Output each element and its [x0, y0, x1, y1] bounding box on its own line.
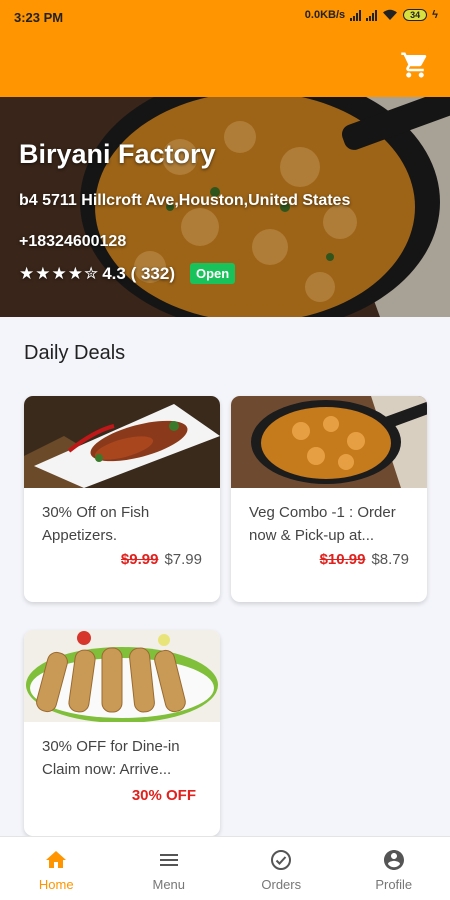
orders-check-icon	[271, 850, 292, 870]
bottom-navigation: Home Menu Orders Profile	[0, 836, 450, 900]
open-status-badge: Open	[189, 263, 236, 284]
deal-title: Veg Combo -1 : Order now & Pick-up at...	[249, 504, 396, 544]
deal-image-fish	[24, 396, 220, 488]
deal-old-price: $9.99	[120, 551, 159, 568]
deal-card-dine-in[interactable]: 30% OFF for Dine-in Claim now: Arrive...…	[24, 630, 220, 836]
deal-title: 30% OFF for Dine-in Claim now: Arrive...	[42, 738, 180, 778]
nav-home[interactable]: Home	[0, 837, 113, 900]
restaurant-hero: Biryani Factory b4 5711 Hillcroft Ave,Ho…	[0, 97, 450, 317]
status-time: 3:23 PM	[14, 10, 64, 25]
deal-image-curry	[231, 396, 427, 488]
daily-deals-title: Daily Deals	[24, 342, 126, 364]
menu-icon	[159, 854, 178, 866]
deal-offer-text: 30% OFF	[131, 787, 196, 804]
nav-menu[interactable]: Menu	[113, 837, 226, 900]
signal-icon-2	[366, 9, 378, 21]
restaurant-address: b4 5711 Hillcroft Ave,Houston,United Sta…	[19, 192, 351, 209]
deal-card-fish[interactable]: 30% Off on Fish Appetizers. $9.99 $7.99	[24, 396, 220, 602]
nav-profile[interactable]: Profile	[338, 837, 450, 900]
wifi-icon	[383, 9, 398, 20]
deal-prices: $10.99 $8.79	[320, 551, 409, 568]
network-speed: 0.0KB/s	[304, 9, 346, 21]
home-icon	[46, 851, 67, 868]
app-bar: 3:23 PM 0.0KB/s 34 ϟ	[0, 0, 450, 97]
nav-menu-label: Menu	[152, 877, 186, 892]
nav-profile-label: Profile	[375, 877, 413, 892]
status-bar: 3:23 PM 0.0KB/s 34 ϟ	[0, 0, 450, 34]
deal-title: 30% Off on Fish Appetizers.	[42, 504, 150, 544]
nav-orders-label: Orders	[261, 877, 302, 892]
nav-home-label: Home	[38, 877, 74, 892]
battery-icon: 34	[403, 9, 428, 21]
signal-icon	[350, 9, 362, 21]
profile-icon	[383, 850, 404, 870]
rating-row: ★★★★✮ 4.3 ( 332) Open	[19, 263, 236, 284]
status-icons: 0.0KB/s 34 ϟ	[305, 9, 438, 21]
deal-new-price: $8.79	[371, 551, 409, 568]
restaurant-name: Biryani Factory	[19, 139, 216, 169]
deal-old-price: $10.99	[319, 551, 366, 568]
cart-icon[interactable]	[400, 50, 430, 80]
deal-prices: $9.99 $7.99	[121, 551, 202, 568]
rating-stars-icon: ★★★★✮	[19, 263, 100, 283]
nav-orders[interactable]: Orders	[225, 837, 338, 900]
deal-image-kebab	[24, 630, 220, 722]
rating-value: 4.3 ( 332)	[102, 263, 175, 283]
restaurant-phone[interactable]: +18324600128	[19, 233, 126, 251]
deal-new-price: $7.99	[164, 551, 202, 568]
charging-icon: ϟ	[432, 9, 438, 21]
deal-card-veg-combo[interactable]: Veg Combo -1 : Order now & Pick-up at...…	[231, 396, 427, 602]
